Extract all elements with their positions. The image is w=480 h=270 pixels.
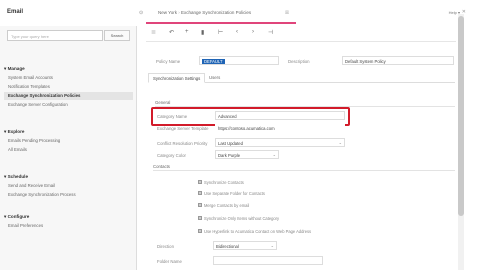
search-button[interactable]: Search — [104, 30, 130, 41]
undo-icon[interactable]: ↶ — [169, 29, 174, 36]
sidebar-item-exchange-sync-process[interactable]: Exchange Synchronization Process — [8, 192, 76, 197]
direction-label: Direction — [157, 244, 174, 249]
policy-name-value: DEFAULT — [202, 58, 225, 64]
category-color-select[interactable]: Dark Purple ⌄ — [215, 150, 279, 159]
server-template-field[interactable]: https://contoso.acumatica.com — [215, 123, 345, 132]
checkbox-icon — [198, 216, 202, 221]
subtab-strip: Synchronization Settings Users — [148, 73, 455, 83]
sidebar-item-notification-templates[interactable]: Notification Templates — [8, 84, 50, 89]
hyperlink-checkbox[interactable]: Use Hyperlink to Acumatica Contact on We… — [198, 229, 311, 234]
checkbox-icon — [198, 180, 202, 185]
tab-parent: New York — [158, 10, 178, 15]
sidebar-item-emails-pending[interactable]: Emails Pending Processing — [8, 138, 60, 143]
policy-name-field[interactable]: DEFAULT — [199, 56, 279, 65]
last-record-icon[interactable]: ⊣ — [268, 29, 273, 36]
tab-underline — [146, 22, 296, 24]
sync-contacts-checkbox[interactable]: Synchronize Contacts — [198, 180, 244, 185]
tab-separator: › — [178, 10, 180, 15]
sidebar-item-all-emails[interactable]: All Emails — [8, 147, 27, 152]
delete-icon[interactable]: ▮ — [201, 29, 204, 36]
sidebar-item-system-email-accounts[interactable]: System Email Accounts — [8, 75, 53, 80]
checkbox-icon — [198, 191, 202, 196]
folder-name-field[interactable] — [213, 256, 323, 265]
sidebar-item-exchange-server-config[interactable]: Exchange Server Configuration — [8, 102, 68, 107]
checkbox-icon — [198, 203, 202, 208]
tab-close-icon[interactable]: ☒ — [285, 10, 289, 16]
section-contacts: Contacts — [153, 164, 170, 169]
checkbox-icon — [198, 229, 202, 234]
policy-name-label: Policy Name — [156, 59, 181, 64]
direction-value: Bidirectional — [216, 243, 239, 249]
search-input[interactable]: Type your query here — [7, 30, 103, 41]
tab-synchronization-settings[interactable]: Synchronization Settings — [148, 73, 206, 83]
first-record-icon[interactable]: ⊢ — [218, 29, 223, 36]
notes-icon[interactable]: ≣ — [151, 29, 156, 36]
separate-folder-checkbox[interactable]: Use Separate Folder for Contacts — [198, 191, 265, 196]
description-field[interactable]: Default System Policy — [342, 56, 454, 65]
sidebar: Type your query here Search ▾ Manage Sys… — [0, 26, 137, 270]
category-color-value: Dark Purple — [218, 152, 241, 158]
chevron-down-icon: ⌄ — [338, 140, 342, 145]
sidebar-group-schedule: ▾ Schedule — [4, 174, 29, 179]
folder-name-label: Folder Name — [157, 259, 182, 264]
section-divider — [153, 170, 455, 171]
tab-current: Exchange Synchronization Policies — [181, 10, 252, 15]
section-general: General — [155, 100, 171, 105]
add-icon[interactable]: + — [185, 29, 189, 35]
server-template-label: Exchange Server Template — [157, 126, 209, 131]
sidebar-item-send-receive[interactable]: Send and Receive Email — [8, 183, 55, 188]
sync-without-category-checkbox[interactable]: Synchronize Only Items without Category — [198, 216, 279, 221]
conflict-priority-label: Conflict Resolution Priority — [157, 141, 208, 146]
tab-menu-icon[interactable]: ⊙ — [139, 10, 143, 16]
scrollbar[interactable] — [458, 14, 464, 270]
merge-contacts-checkbox[interactable]: Merge Contacts by email — [198, 203, 249, 208]
tab-exchange-sync-policies[interactable]: New York › Exchange Synchronization Poli… — [158, 10, 251, 15]
chevron-down-icon: ⌄ — [270, 243, 274, 248]
sidebar-group-manage: ▾ Manage — [4, 66, 25, 71]
previous-record-icon[interactable]: ‹ — [236, 29, 238, 35]
tab-users[interactable]: Users — [205, 73, 224, 83]
next-record-icon[interactable]: › — [252, 29, 254, 35]
sidebar-item-exchange-sync-policies[interactable]: Exchange Synchronization Policies — [4, 92, 133, 100]
scrollbar-thumb[interactable] — [458, 16, 464, 216]
sidebar-group-configure: ▾ Configure — [4, 214, 30, 219]
chevron-down-icon: ⌄ — [272, 152, 276, 157]
category-color-label: Category Color — [157, 153, 186, 158]
description-label: Description — [288, 59, 310, 64]
toolbar: ≣ ↶ + ▮ ⊢ ‹ › ⊣ — [146, 26, 456, 42]
direction-select[interactable]: Bidirectional ⌄ — [213, 241, 277, 250]
sidebar-item-email-preferences[interactable]: Email Preferences — [8, 223, 43, 228]
conflict-priority-value: Last Updated — [218, 140, 243, 146]
sidebar-group-explore: ▾ Explore — [4, 129, 25, 134]
conflict-priority-select[interactable]: Last Updated ⌄ — [215, 138, 345, 147]
app-title: Email — [7, 9, 24, 15]
